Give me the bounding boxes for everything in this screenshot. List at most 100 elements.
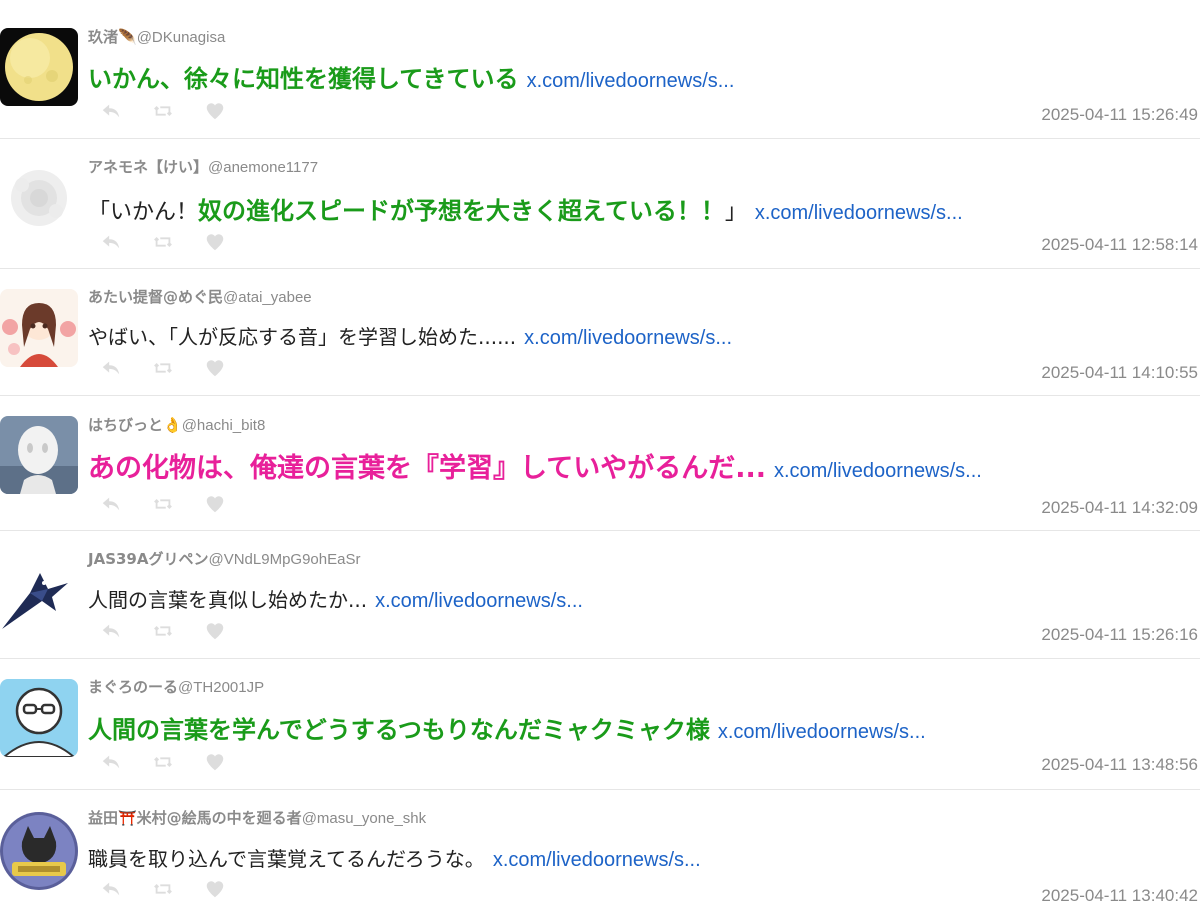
reply-button[interactable]	[100, 620, 152, 642]
reply-button[interactable]	[100, 100, 152, 122]
reply-icon	[102, 361, 120, 375]
user-info: アネモネ【けい】@anemone1177	[88, 156, 318, 177]
user-handle[interactable]: @hachi_bit8	[182, 417, 266, 434]
reply-icon	[102, 624, 120, 638]
like-icon	[206, 496, 224, 513]
like-button[interactable]	[204, 231, 256, 253]
tweet-item: はちびっと👌@hachi_bit8 あの化物は、俺達の言葉を『学習』していやがる…	[0, 396, 1200, 531]
tweet-link[interactable]: x.com/livedoornews/s...	[493, 849, 701, 871]
tweet-highlight: あの化物は、俺達の言葉を『学習』していやがるんだ...	[88, 453, 766, 484]
user-handle[interactable]: @anemone1177	[208, 159, 318, 176]
retweet-icon	[154, 757, 172, 767]
like-button[interactable]	[204, 751, 256, 773]
reply-button[interactable]	[100, 357, 152, 379]
timestamp: 2025-04-11 14:32:09	[1041, 498, 1198, 517]
user-info: 益田⛩️米村@絵馬の中を廻る者@masu_yone_shk	[88, 807, 426, 828]
reply-icon	[102, 755, 120, 769]
user-info: 玖渚🪶@DKunagisa	[88, 26, 225, 47]
tweet-text: 職員を取り込んで言葉覚えてるんだろうな。 x.com/livedoornews/s…	[88, 843, 701, 872]
like-button[interactable]	[204, 878, 256, 900]
like-button[interactable]	[204, 620, 256, 642]
username[interactable]: 玖渚🪶	[88, 28, 137, 46]
faded-flower-avatar[interactable]	[0, 159, 78, 237]
user-handle[interactable]: @VNdL9MpG9ohEaSr	[208, 551, 360, 568]
retweet-button[interactable]	[152, 357, 204, 379]
username[interactable]: まぐろのーる	[88, 678, 178, 696]
retweet-button[interactable]	[152, 231, 204, 253]
white-robot-avatar[interactable]	[0, 416, 78, 494]
retweet-icon	[154, 884, 172, 894]
reply-button[interactable]	[100, 493, 152, 515]
username[interactable]: あたい提督@めぐ民	[88, 288, 223, 306]
user-handle[interactable]: @masu_yone_shk	[302, 810, 426, 827]
reply-icon	[102, 497, 120, 511]
tweet-highlight: 人間の言葉を真似し始めたか...	[88, 588, 368, 612]
tweet-actions	[100, 493, 256, 515]
tweet-link[interactable]: x.com/livedoornews/s...	[718, 721, 926, 743]
user-handle[interactable]: @DKunagisa	[137, 29, 226, 46]
tweet-link[interactable]: x.com/livedoornews/s...	[755, 202, 963, 224]
tweet-actions	[100, 751, 256, 773]
reply-icon	[102, 235, 120, 249]
tweet-actions	[100, 878, 256, 900]
glasses-face-avatar[interactable]	[0, 679, 78, 757]
timestamp: 2025-04-11 13:40:42	[1041, 886, 1198, 905]
retweet-button[interactable]	[152, 493, 204, 515]
tweet-text: あの化物は、俺達の言葉を『学習』していやがるんだ... x.com/livedoo…	[88, 446, 982, 485]
tweet-text: 人間の言葉を真似し始めたか... x.com/livedoornews/s...	[88, 584, 583, 613]
tweet-actions	[100, 100, 256, 122]
username[interactable]: 益田⛩️米村@絵馬の中を廻る者	[88, 809, 302, 827]
reply-icon	[102, 882, 120, 896]
anime-girl-avatar[interactable]	[0, 289, 78, 367]
reply-button[interactable]	[100, 751, 152, 773]
tweet-highlight: 人間の言葉を学んでどうするつもりなんだミャクミャク様	[88, 716, 710, 744]
moon-avatar[interactable]	[0, 28, 78, 106]
username[interactable]: アネモネ【けい】	[88, 158, 208, 176]
tweet-actions	[100, 357, 256, 379]
cat-ema-avatar[interactable]	[0, 812, 78, 890]
user-info: あたい提督@めぐ民@atai_yabee	[88, 286, 312, 307]
retweet-button[interactable]	[152, 751, 204, 773]
user-handle[interactable]: @atai_yabee	[223, 289, 312, 306]
tweet-item: 玖渚🪶@DKunagisa いかん、徐々に知性を獲得してきている x.com/li…	[0, 0, 1200, 139]
retweet-icon	[154, 237, 172, 247]
tweet-actions	[100, 620, 256, 642]
like-icon	[206, 360, 224, 377]
like-button[interactable]	[204, 100, 256, 122]
timestamp: 2025-04-11 14:10:55	[1041, 363, 1198, 382]
retweet-button[interactable]	[152, 878, 204, 900]
tweet-link[interactable]: x.com/livedoornews/s...	[524, 327, 732, 349]
jet-avatar[interactable]	[0, 553, 78, 631]
tweet-text: いかん、徐々に知性を獲得してきている x.com/livedoornews/s..…	[88, 59, 734, 94]
like-button[interactable]	[204, 357, 256, 379]
username[interactable]: はちびっと👌	[88, 416, 182, 434]
like-icon	[206, 623, 224, 640]
user-info: まぐろのーる@TH2001JP	[88, 676, 264, 697]
retweet-button[interactable]	[152, 100, 204, 122]
tweet-link[interactable]: x.com/livedoornews/s...	[774, 460, 982, 482]
tweet-highlight: やばい、「人が反応する音」を学習し始めた......	[88, 325, 517, 349]
reply-button[interactable]	[100, 231, 152, 253]
tweet-text: 人間の言葉を学んでどうするつもりなんだミャクミャク様 x.com/livedoor…	[88, 710, 926, 745]
user-handle[interactable]: @TH2001JP	[178, 679, 264, 696]
tweet-link[interactable]: x.com/livedoornews/s...	[375, 590, 583, 612]
user-info: はちびっと👌@hachi_bit8	[88, 414, 265, 435]
user-info: JAS39Aグリペン@VNdL9MpG9ohEaSr	[88, 548, 360, 569]
tweet-link[interactable]: x.com/livedoornews/s...	[527, 70, 735, 92]
retweet-icon	[154, 106, 172, 116]
tweet-suffix: 」	[724, 200, 747, 225]
tweet-text: 「いかん！奴の進化スピードが予想を大きく超えている！！」 x.com/livedo…	[88, 191, 963, 226]
retweet-icon	[154, 363, 172, 373]
tweet-actions	[100, 231, 256, 253]
reply-button[interactable]	[100, 878, 152, 900]
timestamp: 2025-04-11 13:48:56	[1041, 755, 1198, 774]
tweet-highlight: 奴の進化スピードが予想を大きく超えている！！	[198, 197, 725, 225]
timestamp: 2025-04-11 15:26:49	[1041, 105, 1198, 124]
like-button[interactable]	[204, 493, 256, 515]
retweet-button[interactable]	[152, 620, 204, 642]
tweet-highlight: 職員を取り込んで言葉覚えてるんだろうな。	[88, 847, 485, 871]
like-icon	[206, 881, 224, 898]
tweet-item: アネモネ【けい】@anemone1177 「いかん！奴の進化スピードが予想を大き…	[0, 139, 1200, 269]
username[interactable]: JAS39Aグリペン	[88, 550, 208, 568]
like-icon	[206, 103, 224, 120]
